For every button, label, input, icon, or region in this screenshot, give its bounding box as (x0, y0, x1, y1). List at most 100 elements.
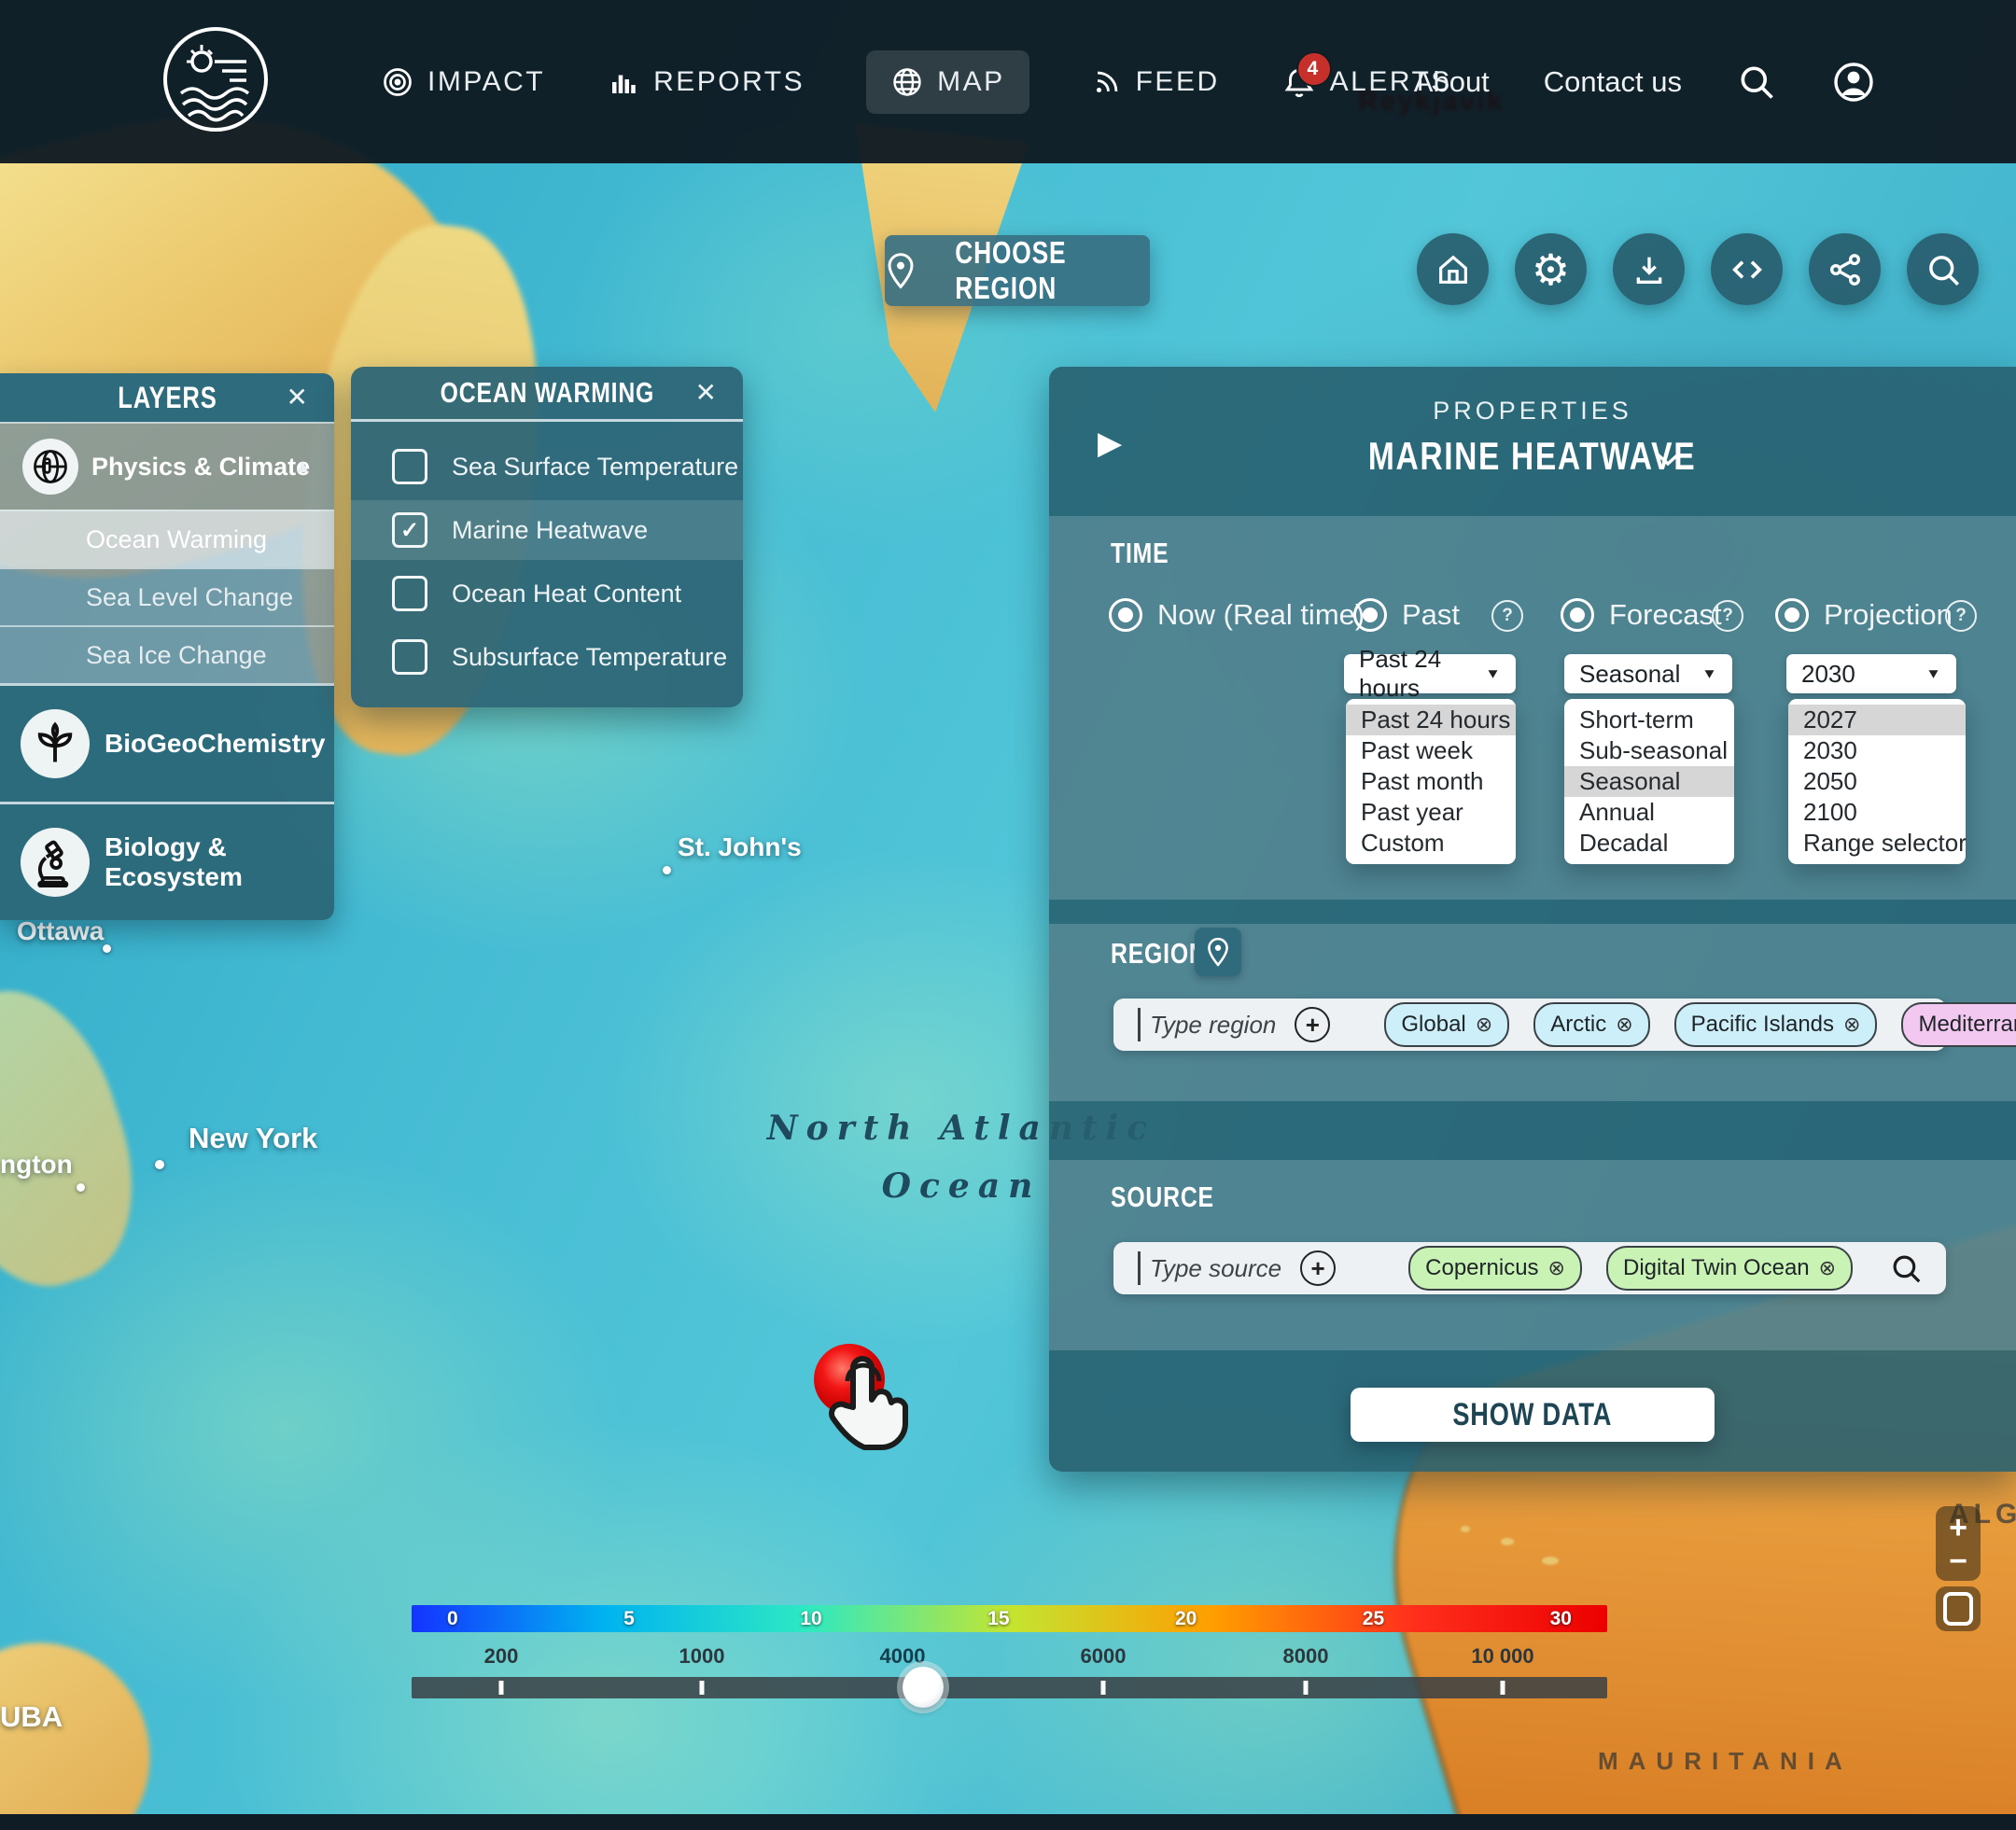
region-pin-button[interactable] (1195, 928, 1241, 976)
nav-link-about[interactable]: About (1414, 65, 1490, 99)
code-button[interactable] (1711, 233, 1783, 305)
share-button[interactable] (1809, 233, 1881, 305)
dropdown-option[interactable]: Past 24 hours (1346, 705, 1516, 735)
nav-right: About Contact us (1414, 0, 1876, 163)
radio-past[interactable] (1353, 598, 1387, 632)
layers-item-ocean-warming[interactable]: Ocean Warming (0, 510, 334, 567)
layers-category-physics-climate[interactable]: Physics & Climate ▲ (0, 422, 334, 510)
layers-category-biology-ecosystem[interactable]: Biology & Ecosystem (0, 802, 334, 920)
projection-help-icon[interactable]: ? (1945, 600, 1977, 632)
choose-region-button[interactable]: CHOOSE REGION (885, 235, 1150, 306)
past-help-icon[interactable]: ? (1491, 600, 1523, 632)
properties-title: PROPERTIES (1049, 397, 2016, 426)
time-mode-now[interactable]: Now (Real time) (1109, 598, 1365, 632)
dropdown-option[interactable]: 2027 (1788, 705, 1966, 735)
layers-item-sea-level-change[interactable]: Sea Level Change (0, 567, 334, 625)
checkbox-unchecked[interactable] (392, 576, 427, 611)
caret-down-icon: ▼ (1925, 666, 1941, 682)
show-data-button[interactable]: SHOW DATA (1351, 1388, 1715, 1442)
add-source-icon[interactable]: + (1300, 1250, 1336, 1286)
dropdown-option[interactable]: 2050 (1788, 766, 1966, 797)
time-mode-projection[interactable]: Projection (1775, 598, 1953, 632)
zoom-out-button[interactable]: − (1936, 1545, 1981, 1577)
dropdown-option[interactable]: Seasonal (1564, 766, 1734, 797)
region-search-input[interactable]: Type region + Global ⊗ Arctic ⊗ Pacific … (1113, 999, 1946, 1051)
home-button[interactable] (1417, 233, 1489, 305)
radio-now[interactable] (1109, 598, 1142, 632)
dropdown-option[interactable]: Sub-seasonal (1564, 735, 1734, 766)
ocean-warming-close-icon[interactable]: ✕ (695, 380, 717, 406)
dropdown-option[interactable]: Decadal (1564, 828, 1734, 859)
full-extent-button[interactable] (1936, 1586, 1981, 1631)
layers-item-sea-ice-change[interactable]: Sea Ice Change (0, 625, 334, 683)
map-label-washington: ngton (0, 1150, 73, 1180)
nav-link-contact[interactable]: Contact us (1544, 65, 1682, 99)
remove-chip-icon[interactable]: ⊗ (1616, 1013, 1632, 1037)
source-search-input[interactable]: Type source + Copernicus ⊗ Digital Twin … (1113, 1242, 1946, 1294)
app-logo[interactable] (161, 24, 271, 134)
dropdown-option[interactable]: 2100 (1788, 797, 1966, 828)
nav-item-map[interactable]: MAP (866, 50, 1029, 114)
dropdown-option[interactable]: Custom (1346, 828, 1516, 859)
dropdown-option[interactable]: Past week (1346, 735, 1516, 766)
forecast-select[interactable]: Seasonal ▼ (1564, 654, 1732, 693)
chip-copernicus[interactable]: Copernicus ⊗ (1408, 1246, 1582, 1291)
add-region-icon[interactable]: + (1295, 1007, 1330, 1042)
selected-layer-title[interactable]: MARINE HEATWAVE (1049, 434, 2016, 479)
depth-labels: 200 1000 4000 6000 8000 10 000 (412, 1644, 1607, 1670)
depth-slider-knob[interactable] (903, 1667, 944, 1708)
nav-item-feed[interactable]: FEED (1091, 66, 1220, 98)
option-marine-heatwave[interactable]: ✓ Marine Heatwave (351, 500, 743, 560)
time-mode-past[interactable]: Past (1353, 598, 1460, 632)
chip-digital-twin-ocean[interactable]: Digital Twin Ocean ⊗ (1606, 1246, 1853, 1291)
chip-arctic[interactable]: Arctic ⊗ (1533, 1002, 1649, 1047)
zoom-in-button[interactable]: + (1936, 1512, 1981, 1544)
radio-projection[interactable] (1775, 598, 1809, 632)
nav-item-reports[interactable]: REPORTS (607, 65, 805, 99)
nav-profile-icon[interactable] (1831, 60, 1876, 105)
layers-panel: LAYERS ✕ Physics & Climate ▲ Ocean Warmi… (0, 373, 334, 920)
chevron-down-icon[interactable] (1654, 451, 1682, 468)
option-sea-surface-temperature[interactable]: Sea Surface Temperature (351, 437, 743, 496)
collapse-caret-up-icon[interactable]: ▲ (293, 456, 312, 478)
radio-forecast[interactable] (1561, 598, 1594, 632)
dropdown-option[interactable]: Annual (1564, 797, 1734, 828)
dropdown-option[interactable]: Past month (1346, 766, 1516, 797)
nav-item-impact[interactable]: IMPACT (381, 65, 545, 99)
checkbox-checked[interactable]: ✓ (392, 512, 427, 548)
download-button[interactable] (1613, 233, 1685, 305)
time-mode-forecast[interactable]: Forecast (1561, 598, 1722, 632)
chip-mediterranean[interactable]: Mediterranean ⊗ (1901, 1002, 2016, 1047)
option-ocean-heat-content[interactable]: Ocean Heat Content (351, 564, 743, 623)
chip-pacific-islands[interactable]: Pacific Islands ⊗ (1674, 1002, 1878, 1047)
option-subsurface-temperature[interactable]: Subsurface Temperature (351, 627, 743, 687)
checkbox-unchecked[interactable] (392, 639, 427, 675)
slider-tick (1304, 1681, 1309, 1695)
layers-close-icon[interactable]: ✕ (287, 384, 308, 411)
settings-button[interactable]: ⚙ (1515, 233, 1587, 305)
dropdown-option[interactable]: 2030 (1788, 735, 1966, 766)
projection-select[interactable]: 2030 ▼ (1786, 654, 1956, 693)
touch-pointer-icon (795, 1333, 935, 1482)
remove-chip-icon[interactable]: ⊗ (1819, 1256, 1836, 1280)
biogeochemistry-plant-icon (21, 709, 90, 778)
remove-chip-icon[interactable]: ⊗ (1548, 1256, 1565, 1280)
dropdown-option[interactable]: Range selector (1788, 828, 1966, 859)
source-search-icon[interactable] (1888, 1250, 1924, 1286)
dropdown-option[interactable]: Past year (1346, 797, 1516, 828)
chip-global[interactable]: Global ⊗ (1384, 1002, 1509, 1047)
footer-bar (0, 1814, 2016, 1830)
alerts-bell-icon: 4 (1281, 64, 1317, 100)
depth-slider[interactable] (412, 1677, 1607, 1698)
landmass-us-east-coast (0, 968, 163, 1309)
remove-chip-icon[interactable]: ⊗ (1843, 1013, 1860, 1037)
nav-search-icon[interactable] (1736, 62, 1777, 103)
map-search-button[interactable] (1907, 233, 1979, 305)
dropdown-option[interactable]: Short-term (1564, 705, 1734, 735)
remove-chip-icon[interactable]: ⊗ (1476, 1013, 1492, 1037)
checkbox-unchecked[interactable] (392, 449, 427, 484)
slider-tick (499, 1681, 504, 1695)
layers-category-biogeochemistry[interactable]: BioGeoChemistry (0, 683, 334, 802)
past-select[interactable]: Past 24 hours ▼ (1344, 654, 1516, 693)
forecast-help-icon[interactable]: ? (1712, 600, 1743, 632)
